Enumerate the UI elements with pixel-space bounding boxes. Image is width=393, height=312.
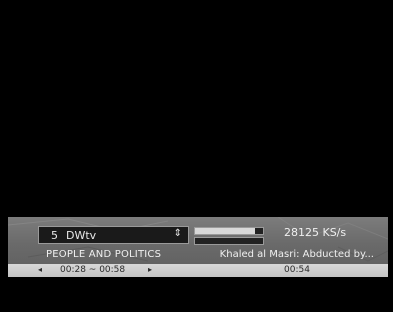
channel-name: DWtv (66, 229, 97, 242)
channel-selector[interactable]: 5 DWtv ⇕ (38, 226, 189, 244)
prev-program-arrow-icon[interactable]: ◂ (38, 265, 42, 274)
time-strip: ◂ 00:28 ~ 00:58 ▸ 00:54 (8, 264, 388, 277)
channel-number: 5 (51, 229, 58, 242)
next-program-arrow-icon[interactable]: ▸ (148, 265, 152, 274)
up-down-arrows-icon[interactable]: ⇕ (174, 228, 182, 239)
signal-strength-bar (194, 227, 264, 235)
program-time-range: 00:28 ~ 00:58 (60, 265, 126, 275)
next-program-title: Khaled al Masri: Abducted by... (219, 249, 374, 260)
signal-strength-fill (195, 228, 255, 234)
signal-quality-bar (194, 237, 264, 245)
symbol-rate: 28125 KS/s (284, 226, 347, 239)
current-program-title: PEOPLE AND POLITICS (46, 249, 162, 260)
current-time: 00:54 (284, 265, 310, 275)
